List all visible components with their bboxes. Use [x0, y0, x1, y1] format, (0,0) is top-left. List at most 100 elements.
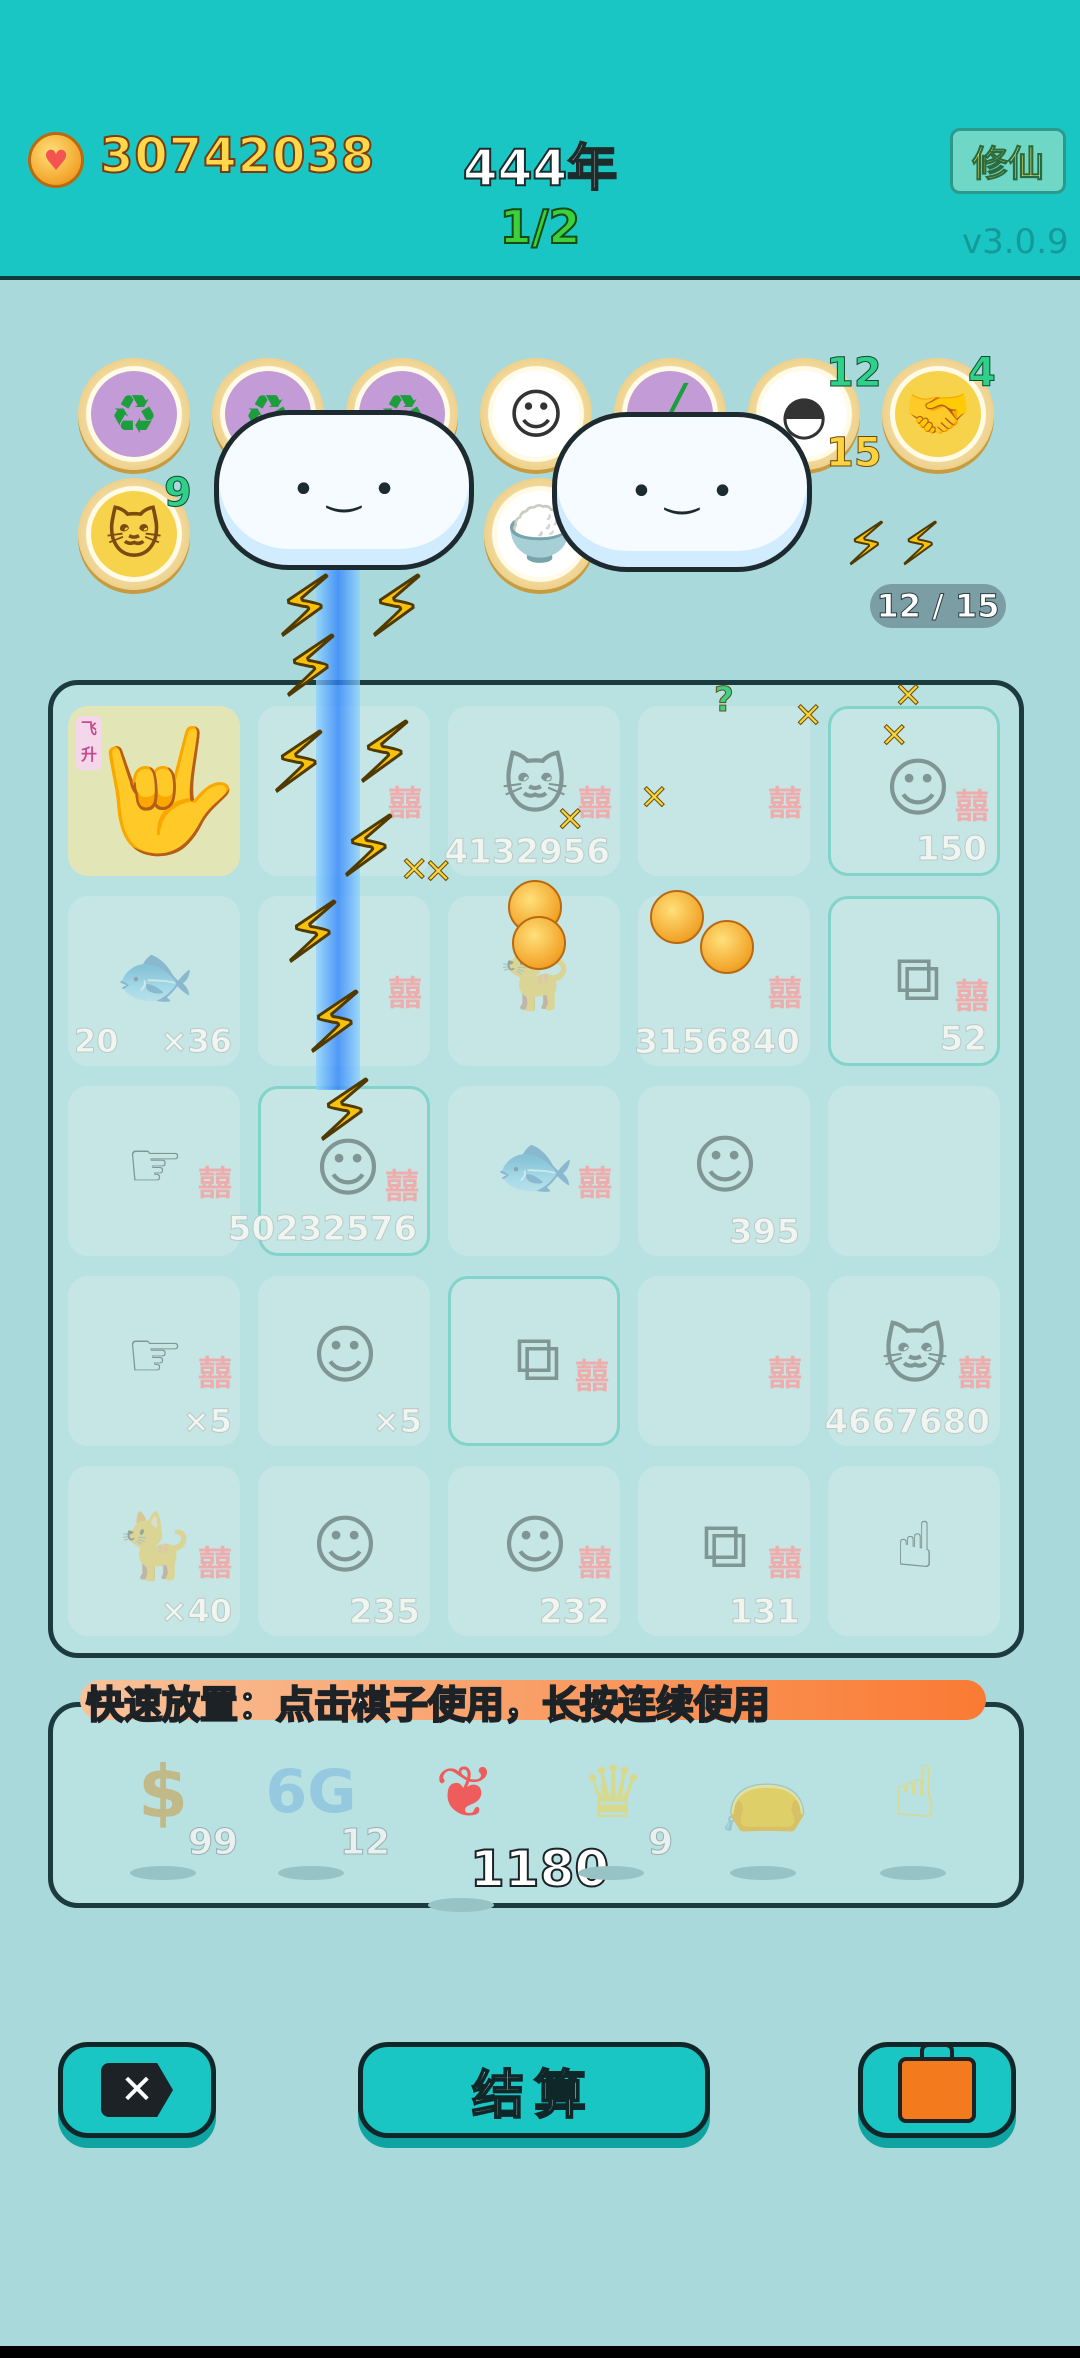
board-cell[interactable]: ☞ 囍: [68, 1086, 240, 1256]
board-cell[interactable]: 囍: [638, 1276, 810, 1446]
cell-count: 150: [916, 829, 988, 870]
board-cell[interactable]: [828, 1086, 1000, 1256]
cell-multiplier: ×5: [372, 1402, 422, 1441]
sparkle-icon: ✕: [880, 716, 909, 757]
money-bag-icon: 👝: [720, 1749, 810, 1834]
lightning-bolt-icon: ⚡: [315, 1063, 376, 1161]
board-cell[interactable]: ☺ 囍 150: [828, 706, 1000, 876]
stamp-icon: 囍: [575, 1357, 609, 1397]
coin-icon: ♥: [28, 132, 84, 188]
recycle-icon: ♻: [91, 371, 177, 457]
shell-count-bottom: 15: [826, 430, 883, 477]
handshake-count: 4: [968, 350, 997, 397]
quick-place-text: 快速放置：点击棋子使用，长按连续使用: [85, 1682, 771, 1728]
cell-multiplier: ×40: [160, 1592, 232, 1631]
coin-total: 30742038: [99, 127, 376, 185]
coin-icon: [512, 916, 566, 970]
energy-counter: 12 / 15: [870, 584, 1006, 628]
bolt-icon: ⚡: [845, 509, 888, 579]
close-icon: ✕: [101, 2063, 173, 2117]
system-nav-bar: [0, 2346, 1080, 2358]
sparkle-icon: ✕: [640, 778, 669, 819]
sparkle-icon: ✕: [424, 852, 453, 893]
pointing-hand-icon: ☝: [895, 1509, 935, 1583]
lightning-bolt-icon: ⚡: [281, 619, 342, 717]
stamp-icon: 囍: [198, 1164, 232, 1204]
pointer-hand-icon: ☝: [893, 1750, 937, 1834]
stamp-icon: 囍: [955, 977, 989, 1017]
stage-progress: 1/2: [499, 199, 582, 255]
top-header: ♥ 30742038 444年 1/2 修仙 v3.0.9: [0, 0, 1080, 280]
cell-count: 232: [539, 1592, 611, 1633]
pointing-hand-icon: ☞: [126, 1319, 184, 1393]
sparkle-icon: ✕: [794, 696, 823, 737]
board-cell[interactable]: ⧉ 囍 131: [638, 1466, 810, 1636]
cell-count: 4667680: [824, 1402, 991, 1443]
year-counter: 444年: [462, 138, 618, 198]
cloud-character-1: • ‿ •: [214, 410, 474, 570]
stamp-icon: 囍: [385, 1167, 419, 1207]
board-cell[interactable]: ☺ 235: [258, 1466, 430, 1636]
stamp-icon: 囍: [388, 974, 422, 1014]
stamp-icon: 囍: [955, 787, 989, 827]
cell-count: 52: [939, 1019, 987, 1060]
crown-icon: ♛: [580, 1750, 646, 1834]
board-cell[interactable]: 🐱 囍 4132956: [444, 706, 620, 876]
board-cell[interactable]: 🐱 囍 4667680: [824, 1276, 1000, 1446]
xiuxian-button[interactable]: 修仙: [950, 128, 1066, 194]
briefcase-icon: [898, 2043, 976, 2123]
face-icon: ☺: [311, 1509, 379, 1583]
board-cell[interactable]: ☺ ×5: [258, 1276, 430, 1446]
fish-icon: 🐟: [495, 1129, 575, 1204]
stamp-icon: 囍: [198, 1544, 232, 1584]
cell-left-count: 20: [74, 1022, 120, 1061]
slot-shadow: [578, 1866, 644, 1880]
cat-count: 9: [164, 470, 193, 517]
board-cell[interactable]: 🐟 囍: [448, 1086, 620, 1256]
version-label: v3.0.9: [962, 222, 1069, 262]
board-cell[interactable]: ⧉ 囍: [448, 1276, 620, 1446]
face-icon: ☺: [501, 1509, 569, 1583]
liver-icon: ❦: [434, 1750, 496, 1834]
bag-item-slot[interactable]: 👝: [710, 1742, 820, 1842]
board-cell[interactable]: ☝: [828, 1466, 1000, 1636]
cell-multiplier: ×5: [182, 1402, 232, 1441]
cat-icon: 🐈: [115, 1509, 195, 1584]
stamp-icon: 囍: [578, 1164, 612, 1204]
stamp-icon: 囍: [578, 1544, 612, 1584]
cloud-face-icon: • ‿ •: [291, 467, 397, 513]
board-cell[interactable]: 🐈 囍 ×40: [68, 1466, 240, 1636]
cell-count: 3156840: [634, 1022, 801, 1063]
stamp-icon: 囍: [768, 784, 802, 824]
board-cell[interactable]: 🐟 20 ×36: [68, 896, 240, 1066]
board-cell[interactable]: ☺ 395: [638, 1086, 810, 1256]
coin-icon: [650, 890, 704, 944]
stamp-icon: 囍: [768, 1544, 802, 1584]
lightning-bolt-icon: ⚡: [339, 799, 400, 897]
board-cell[interactable]: ☺ 囍 232: [448, 1466, 620, 1636]
copy-paste-icon: ⧉: [895, 942, 941, 1016]
lightning-bolt-icon: ⚡: [355, 705, 416, 803]
lightning-bolt-icon: ⚡: [367, 559, 428, 657]
question-icon: ?: [714, 680, 735, 721]
inventory-button[interactable]: [858, 2042, 1016, 2138]
fish-icon: 🐟: [115, 939, 195, 1014]
board-cell[interactable]: ⧉ 囍 52: [828, 896, 1000, 1066]
6g-item-count: 12: [339, 1822, 391, 1864]
recycle-bubble-1[interactable]: ♻: [78, 358, 190, 470]
exit-button[interactable]: ✕: [58, 2042, 216, 2138]
pointer-item-slot[interactable]: ☝: [860, 1742, 970, 1842]
board-cell[interactable]: ☞ 囍 ×5: [68, 1276, 240, 1446]
cell-count: 4132956: [444, 832, 611, 873]
liver-item-slot[interactable]: ❦: [410, 1742, 520, 1842]
hand-gesture-icon: 🤟: [88, 721, 240, 863]
sparkle-icon: ✕: [556, 800, 585, 841]
stamp-icon: 囍: [198, 1354, 232, 1394]
pointing-hand-icon: ☞: [126, 1129, 184, 1203]
bolt-icon: ⚡: [899, 509, 942, 579]
cell-count: 235: [349, 1592, 421, 1633]
slot-shadow: [278, 1866, 344, 1880]
settle-button[interactable]: 结算: [358, 2042, 710, 2138]
face-icon: ☺: [691, 1129, 759, 1203]
stamp-icon: 囍: [768, 974, 802, 1014]
